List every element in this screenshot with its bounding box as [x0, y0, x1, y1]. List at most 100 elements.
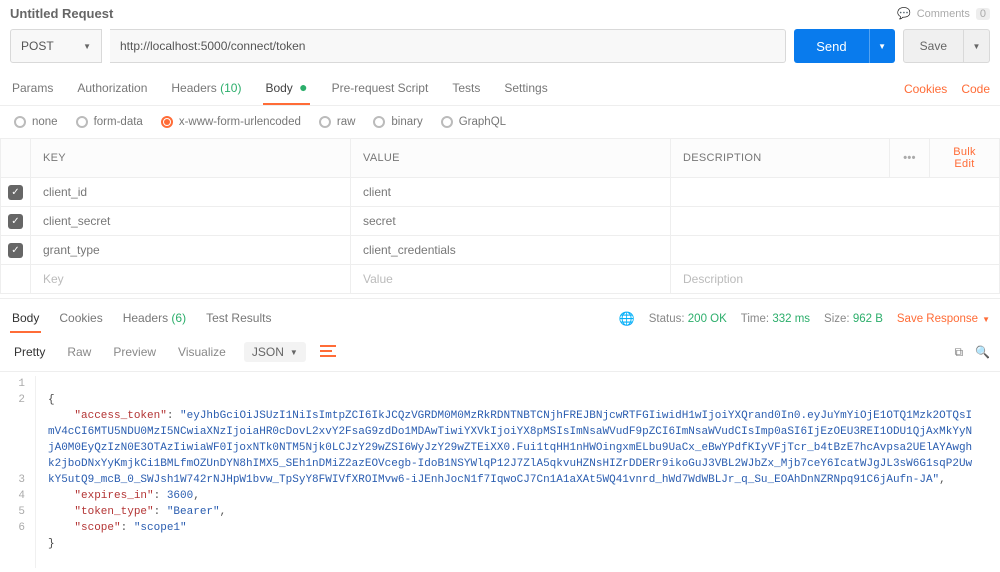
radio-icon — [373, 116, 385, 128]
json-string: "scope1" — [134, 522, 187, 534]
response-tab-headers-label: Headers — [123, 311, 168, 325]
json-key: "scope" — [74, 522, 120, 534]
comments-link[interactable]: 💬 Comments 0 — [897, 7, 990, 20]
tab-settings[interactable]: Settings — [502, 73, 549, 105]
comments-label: Comments — [917, 8, 970, 20]
response-tab-testresults[interactable]: Test Results — [204, 305, 273, 333]
copy-icon[interactable]: ⧉ — [954, 345, 963, 360]
json-key: "token_type" — [74, 506, 153, 518]
url-input[interactable]: http://localhost:5000/connect/token — [110, 29, 786, 63]
status-block: Status: 200 OK — [649, 313, 727, 325]
wrap-lines-icon[interactable] — [320, 345, 338, 359]
save-button-label: Save — [920, 39, 947, 53]
cell-key-placeholder[interactable]: Key — [31, 265, 351, 294]
checkbox-checked-icon[interactable]: ✓ — [8, 185, 23, 200]
radio-icon — [76, 116, 88, 128]
json-key: "access_token" — [74, 410, 166, 422]
tab-tests[interactable]: Tests — [450, 73, 482, 105]
status-label: Status: — [649, 313, 685, 325]
checkbox-checked-icon[interactable]: ✓ — [8, 243, 23, 258]
json-line: } — [48, 538, 55, 550]
response-tab-headers[interactable]: Headers (6) — [121, 305, 188, 333]
code-area: { "access_token": "eyJhbGciOiJSUzI1NiIsI… — [36, 376, 976, 568]
search-icon[interactable]: 🔍 — [975, 345, 990, 360]
cell-key[interactable]: grant_type — [31, 236, 351, 265]
json-line: { — [48, 394, 55, 406]
format-select[interactable]: JSON ▼ — [244, 342, 306, 362]
format-value: JSON — [252, 345, 284, 359]
cell-value[interactable]: secret — [351, 207, 671, 236]
chevron-down-icon: ▼ — [878, 42, 886, 51]
radio-raw-label: raw — [337, 116, 356, 128]
table-row: ✓ client_secret secret — [1, 207, 1000, 236]
comments-count: 0 — [976, 8, 990, 20]
send-button[interactable]: Send — [794, 29, 868, 63]
http-method-value: POST — [21, 39, 54, 53]
checkbox-checked-icon[interactable]: ✓ — [8, 214, 23, 229]
table-row: ✓ grant_type client_credentials — [1, 236, 1000, 265]
col-key: KEY — [31, 139, 351, 178]
bulk-edit-link[interactable]: Bulk Edit — [953, 146, 976, 170]
json-string: "Bearer" — [167, 506, 220, 518]
response-body[interactable]: 12 3456 { "access_token": "eyJhbGciOiJSU… — [0, 372, 1000, 572]
tab-prerequest[interactable]: Pre-request Script — [330, 73, 431, 105]
code-link[interactable]: Code — [961, 82, 990, 96]
cell-value-placeholder[interactable]: Value — [351, 265, 671, 294]
response-tab-body[interactable]: Body — [10, 305, 41, 333]
chevron-down-icon: ▼ — [973, 42, 981, 51]
modified-dot-icon: ● — [299, 79, 307, 95]
tab-headers-label: Headers — [171, 81, 216, 95]
tab-body[interactable]: Body ● — [263, 73, 309, 105]
viewer-preview[interactable]: Preview — [109, 341, 160, 363]
col-check — [1, 139, 31, 178]
time-block: Time: 332 ms — [741, 313, 810, 325]
cell-value[interactable]: client — [351, 178, 671, 207]
viewer-pretty[interactable]: Pretty — [10, 341, 49, 363]
cookies-link[interactable]: Cookies — [904, 82, 947, 96]
radio-graphql[interactable]: GraphQL — [441, 116, 506, 128]
cell-key[interactable]: client_secret — [31, 207, 351, 236]
cell-description[interactable] — [671, 236, 1000, 265]
col-extras[interactable]: ••• — [890, 139, 930, 178]
time-value: 332 ms — [772, 313, 810, 325]
save-dropdown[interactable]: ▼ — [964, 29, 990, 63]
radio-formdata[interactable]: form-data — [76, 116, 143, 128]
response-tab-headers-count: (6) — [171, 311, 186, 325]
http-method-select[interactable]: POST ▼ — [10, 29, 102, 63]
table-row-empty: Key Value Description — [1, 265, 1000, 294]
chevron-down-icon: ▼ — [83, 42, 91, 51]
cell-description[interactable] — [671, 178, 1000, 207]
radio-icon — [319, 116, 331, 128]
radio-xwww[interactable]: x-www-form-urlencoded — [161, 116, 301, 128]
radio-binary[interactable]: binary — [373, 116, 422, 128]
size-label: Size: — [824, 313, 850, 325]
radio-formdata-label: form-data — [94, 116, 143, 128]
cell-desc-placeholder[interactable]: Description — [671, 265, 1000, 294]
send-dropdown[interactable]: ▼ — [869, 29, 895, 63]
radio-icon — [14, 116, 26, 128]
tab-params[interactable]: Params — [10, 73, 55, 105]
col-description: DESCRIPTION — [671, 139, 890, 178]
line-gutter: 12 3456 — [0, 376, 36, 568]
cell-description[interactable] — [671, 207, 1000, 236]
cell-check[interactable] — [1, 265, 31, 294]
chevron-down-icon: ▼ — [982, 315, 990, 324]
tab-authorization[interactable]: Authorization — [75, 73, 149, 105]
globe-icon[interactable]: 🌐 — [619, 311, 635, 327]
tab-headers[interactable]: Headers (10) — [169, 73, 243, 105]
viewer-raw[interactable]: Raw — [63, 341, 95, 363]
size-value: 962 B — [853, 313, 883, 325]
cell-key[interactable]: client_id — [31, 178, 351, 207]
radio-raw[interactable]: raw — [319, 116, 356, 128]
radio-xwww-label: x-www-form-urlencoded — [179, 116, 301, 128]
cell-value[interactable]: client_credentials — [351, 236, 671, 265]
response-tab-cookies[interactable]: Cookies — [57, 305, 104, 333]
save-response-link[interactable]: Save Response ▼ — [897, 313, 990, 325]
radio-none[interactable]: none — [14, 116, 58, 128]
radio-graphql-label: GraphQL — [459, 116, 506, 128]
save-response-label: Save Response — [897, 313, 978, 325]
page-title: Untitled Request — [10, 6, 113, 21]
save-button[interactable]: Save — [903, 29, 964, 63]
viewer-visualize[interactable]: Visualize — [174, 341, 230, 363]
tab-headers-count: (10) — [220, 81, 241, 95]
